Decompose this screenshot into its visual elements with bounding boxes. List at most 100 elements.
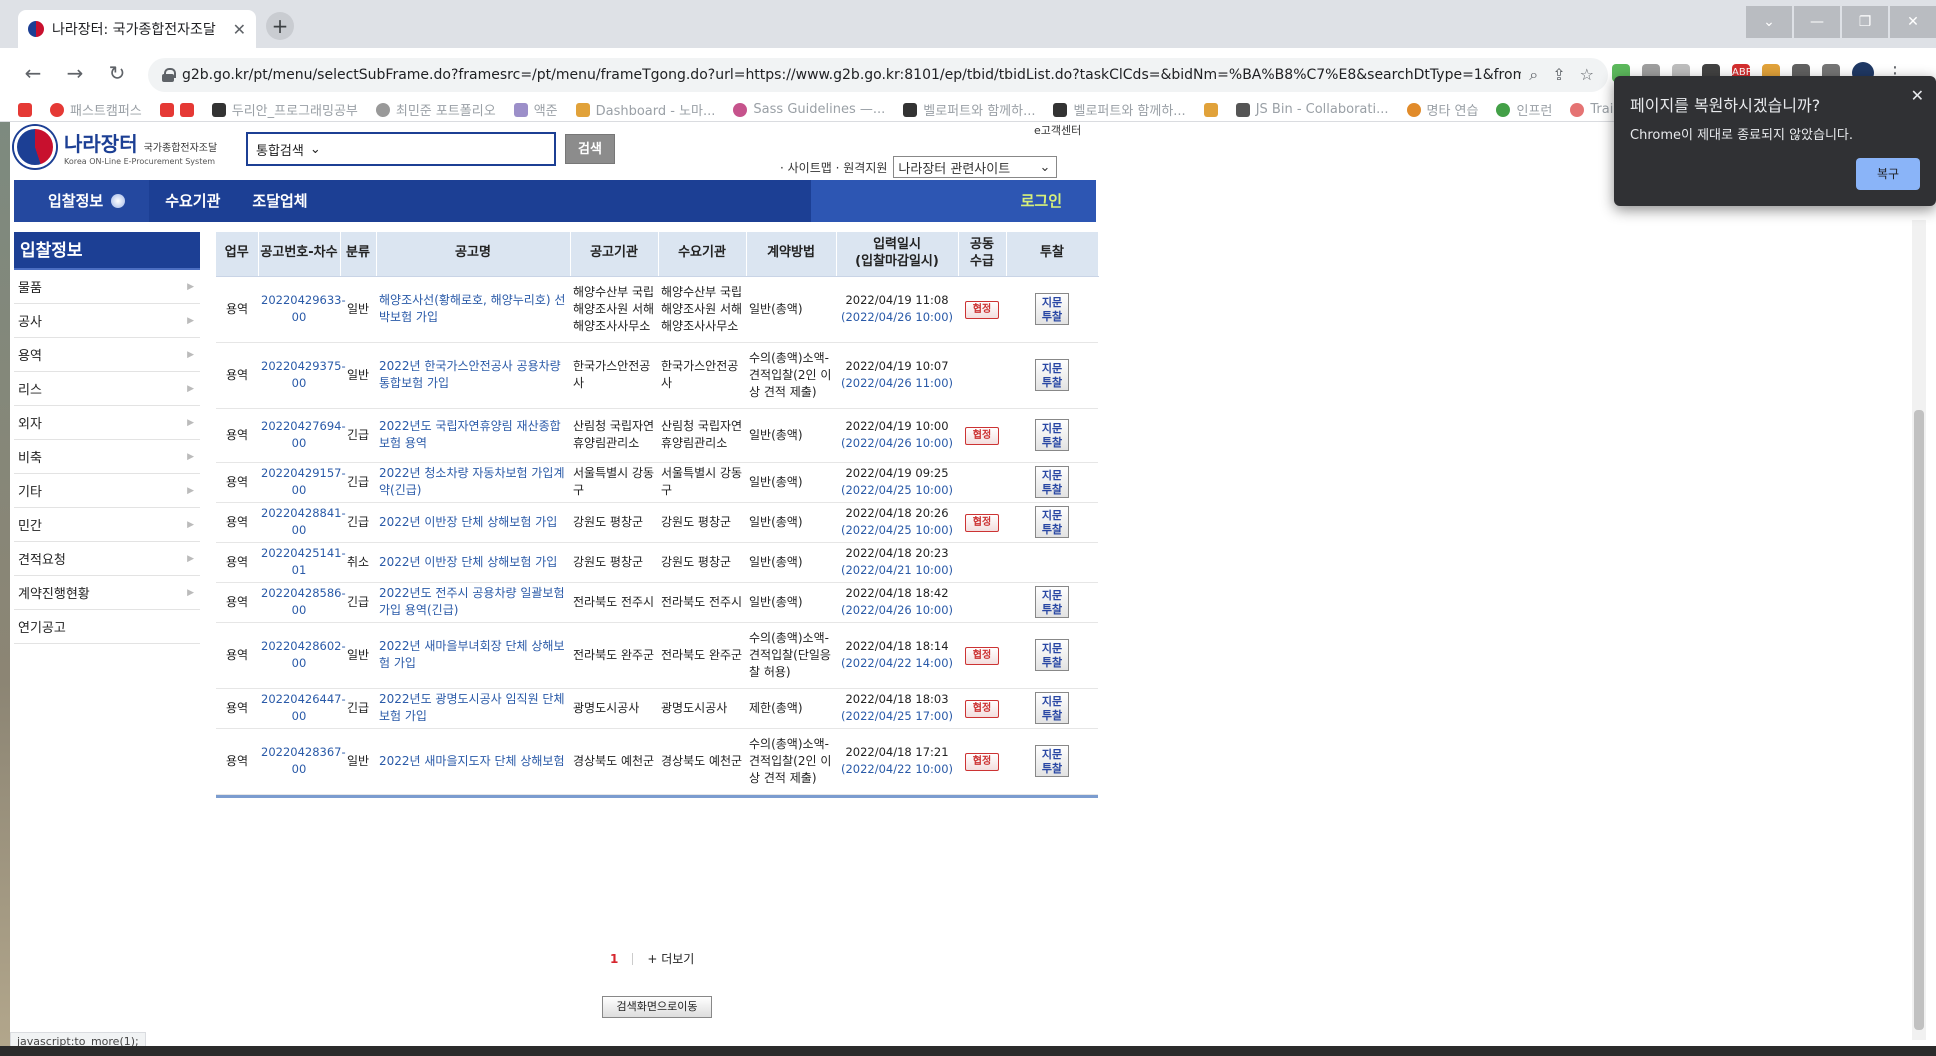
related-sites-select[interactable]: 나라장터 관련사이트 ⌄ xyxy=(893,156,1058,178)
fingerprint-bid-button[interactable]: 지문 투찰 xyxy=(1035,586,1069,618)
bid-number-link[interactable]: 20220429375-00 xyxy=(258,342,346,409)
address-bar[interactable]: g2b.go.kr/pt/menu/selectSubFrame.do?fram… xyxy=(148,58,1608,92)
bid-name-link[interactable]: 2022년도 전주시 공용차량 일괄보험 가입 용역(긴급) xyxy=(376,582,570,623)
back-arrow-icon[interactable]: ← xyxy=(18,58,48,88)
bookmark[interactable]: 벨로퍼트와 함께하... xyxy=(1053,100,1186,119)
bid-name-link[interactable]: 2022년도 국립자연휴양림 재산종합보험 용역 xyxy=(376,408,570,463)
bookmark[interactable]: 최민준 포트폴리오 xyxy=(375,100,496,119)
joint-agreement-badge[interactable]: 협정 xyxy=(965,300,999,319)
bid-number-link[interactable]: 20220428602-00 xyxy=(258,622,346,689)
restore-button[interactable]: ❐ xyxy=(1842,6,1888,38)
joint-agreement-badge[interactable]: 협정 xyxy=(965,752,999,771)
search-input[interactable]: 통합검색 ⌄ xyxy=(246,132,556,166)
forward-arrow-icon[interactable]: → xyxy=(60,58,90,88)
customer-center-link[interactable]: e고객센터 xyxy=(1034,122,1081,138)
fingerprint-bid-button[interactable]: 지문 투찰 xyxy=(1035,466,1069,498)
zoom-icon[interactable]: ⌕ xyxy=(1529,65,1538,85)
bookmark[interactable] xyxy=(159,102,194,117)
bid-name-link[interactable]: 2022년 이반장 단체 상해보험 가입 xyxy=(376,502,570,543)
sidebar-item[interactable]: 기타 ▶ xyxy=(14,474,200,508)
lock-icon[interactable] xyxy=(162,68,176,82)
star-icon[interactable]: ☆ xyxy=(1580,65,1594,85)
close-icon[interactable]: ✕ xyxy=(1911,86,1924,105)
search-button[interactable]: 검색 xyxy=(565,134,615,164)
login-link[interactable]: 로그인 xyxy=(1021,180,1062,222)
taskbar-edge xyxy=(0,1046,1936,1056)
bookmark[interactable]: Sass Guidelines —... xyxy=(733,102,885,117)
sidebar-item[interactable]: 리스 ▶ xyxy=(14,372,200,406)
bookmark[interactable]: Dashboard - 노마... xyxy=(575,100,715,119)
bookmark[interactable]: 인프런 xyxy=(1496,100,1552,119)
bid-number-link[interactable]: 20220429157-00 xyxy=(258,462,346,503)
sidebar-item[interactable]: 계약진행현황 ▶ xyxy=(14,576,200,610)
scrollbar-thumb[interactable] xyxy=(1914,410,1924,1030)
bookmark[interactable]: 명타 연습 xyxy=(1406,100,1478,119)
nav-item-supplier[interactable]: 조달업체 xyxy=(236,180,323,222)
bookmark[interactable] xyxy=(18,102,32,117)
bid-name-link[interactable]: 2022년도 광명도시공사 임직원 단체보험 가입 xyxy=(376,688,570,729)
joint-agreement-badge[interactable]: 협정 xyxy=(965,646,999,665)
bookmark[interactable] xyxy=(1203,102,1218,117)
chevron-down-icon[interactable]: ⌄ xyxy=(1746,6,1792,38)
sidebar-item[interactable]: 용역 ▶ xyxy=(14,338,200,372)
bid-number-link[interactable]: 20220428586-00 xyxy=(258,582,346,623)
page-number[interactable]: 1 xyxy=(610,952,618,966)
input-datetime: 2022/04/18 18:03 xyxy=(845,692,949,706)
site-logo[interactable]: 나라장터 국가종합전자조달 Korea ON-Line E-Procurement… xyxy=(14,126,217,168)
bid-number-link[interactable]: 20220426447-00 xyxy=(258,688,346,729)
bid-number-link[interactable]: 20220427694-00 xyxy=(258,408,346,463)
bid-number-link[interactable]: 20220428367-00 xyxy=(258,728,346,795)
bid-name-link[interactable]: 2022년 이반장 단체 상해보험 가입 xyxy=(376,542,570,583)
minimize-button[interactable]: — xyxy=(1794,6,1840,38)
fingerprint-bid-button[interactable]: 지문 투찰 xyxy=(1035,419,1069,451)
sidebar-item[interactable]: 민간 ▶ xyxy=(14,508,200,542)
notice-agency-cell: 해양수산부 국립해양조사원 서해해양조사사무소 xyxy=(570,276,658,343)
bid-name-link[interactable]: 해양조사선(황해로호, 해양누리호) 선박보험 가입 xyxy=(376,276,570,343)
bid-name-link[interactable]: 2022년 새마을부녀회장 단체 상해보험 가입 xyxy=(376,622,570,689)
scrollbar[interactable] xyxy=(1912,220,1926,1040)
fingerprint-bid-button[interactable]: 지문 투찰 xyxy=(1035,745,1069,777)
bookmark[interactable]: 두리안_프로그래밍공부 xyxy=(211,100,358,119)
fingerprint-bid-button[interactable]: 지문 투찰 xyxy=(1035,639,1069,671)
sidebar-item[interactable]: 견적요청 ▶ xyxy=(14,542,200,576)
url-text[interactable]: g2b.go.kr/pt/menu/selectSubFrame.do?fram… xyxy=(182,67,1521,83)
close-icon[interactable]: ✕ xyxy=(233,20,246,39)
chevron-right-icon: ▶ xyxy=(187,349,194,360)
bookmark[interactable]: 액준 xyxy=(513,100,558,119)
bid-name-link[interactable]: 2022년 새마을지도자 단체 상해보험 xyxy=(376,728,570,795)
sidebar-item[interactable]: 비축 ▶ xyxy=(14,440,200,474)
bookmark[interactable]: JS Bin - Collaborati... xyxy=(1235,102,1389,117)
browser-tab[interactable]: 나라장터: 국가종합전자조달 ✕ xyxy=(18,10,256,48)
bookmarks-bar: 패스트캠퍼스 두리안_프로그래밍공부 최민준 포트폴리오 액준 Dashboar… xyxy=(18,100,1636,119)
joint-agreement-badge[interactable]: 협정 xyxy=(965,699,999,718)
window-close-button[interactable]: ✕ xyxy=(1890,6,1936,38)
bookmark[interactable]: 패스트캠퍼스 xyxy=(50,100,142,119)
bid-number-link[interactable]: 20220429633-00 xyxy=(258,276,346,343)
sidebar-item[interactable]: 공사 ▶ xyxy=(14,304,200,338)
joint-agreement-badge[interactable]: 협정 xyxy=(965,426,999,445)
bookmark[interactable]: 벨로퍼트와 함께하... xyxy=(903,100,1035,119)
joint-agreement-badge[interactable]: 협정 xyxy=(965,513,999,532)
more-link[interactable]: + 더보기 xyxy=(647,950,694,967)
fingerprint-bid-button[interactable]: 지문 투찰 xyxy=(1035,359,1069,391)
restore-button[interactable]: 복구 xyxy=(1856,158,1920,190)
fingerprint-bid-button[interactable]: 지문 투찰 xyxy=(1035,692,1069,724)
bid-number-link[interactable]: 20220425141-01 xyxy=(258,542,346,583)
bid-number-link[interactable]: 20220428841-00 xyxy=(258,502,346,543)
reload-icon[interactable]: ↻ xyxy=(102,58,132,88)
bid-name-link[interactable]: 2022년 한국가스안전공사 공용차량 통합보험 가입 xyxy=(376,342,570,409)
nav-item-bid-info[interactable]: 입찰정보 xyxy=(14,180,150,222)
nav-item-demand-agency[interactable]: 수요기관 xyxy=(149,180,236,222)
util-links[interactable]: · 사이트맵 · 원격지원 xyxy=(780,159,887,176)
sidebar-item[interactable]: 연기공고 xyxy=(14,610,200,644)
bid-name-link[interactable]: 2022년 청소차량 자동차보험 가입계약(긴급) xyxy=(376,462,570,503)
sidebar-item[interactable]: 외자 ▶ xyxy=(14,406,200,440)
fingerprint-bid-button[interactable]: 지문 투찰 xyxy=(1035,293,1069,325)
back-to-search-button[interactable]: 검색화면으로이동 xyxy=(602,996,712,1018)
fingerprint-bid-button[interactable]: 지문 투찰 xyxy=(1035,506,1069,538)
sidebar-item[interactable]: 물품 ▶ xyxy=(14,270,200,304)
search-type-select[interactable]: 통합검색 ⌄ xyxy=(256,140,321,159)
new-tab-button[interactable]: + xyxy=(266,12,294,40)
input-datetime: 2022/04/19 09:25 xyxy=(845,466,949,480)
share-icon[interactable]: ⇪ xyxy=(1552,65,1565,85)
